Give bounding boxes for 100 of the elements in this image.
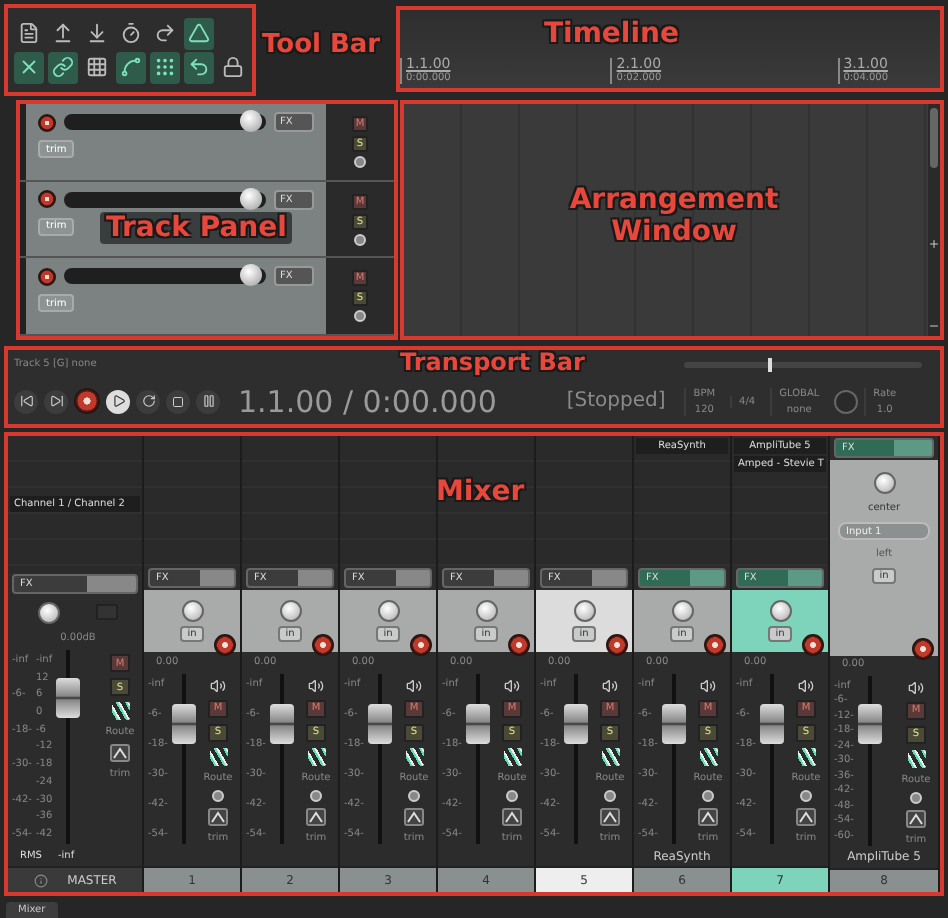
envelope-icon[interactable] — [306, 807, 326, 826]
position-thumb[interactable] — [767, 357, 772, 371]
fader-thumb[interactable] — [661, 704, 686, 745]
play-button[interactable] — [106, 389, 130, 413]
volume-slider[interactable] — [64, 268, 266, 285]
toolbar-button[interactable] — [116, 51, 146, 83]
fader-track[interactable] — [171, 673, 196, 844]
skip-back-button[interactable] — [14, 389, 38, 413]
record-arm-button[interactable] — [606, 634, 628, 657]
arrangement-area[interactable] — [400, 100, 944, 340]
fader-track[interactable] — [759, 673, 784, 844]
route-icon[interactable] — [699, 747, 717, 766]
envelope-icon[interactable] — [208, 807, 228, 826]
fader-thumb[interactable] — [563, 704, 588, 745]
speaker-icon[interactable] — [308, 677, 324, 694]
annotation-label: Arrangement Window — [567, 184, 781, 249]
fader-track[interactable] — [857, 675, 882, 846]
loop-button[interactable] — [136, 389, 160, 413]
route-icon[interactable] — [405, 747, 423, 766]
route-icon[interactable] — [601, 747, 619, 766]
record-arm-button[interactable] — [410, 634, 432, 657]
pan-knob[interactable] — [38, 601, 60, 623]
speaker-icon[interactable] — [798, 677, 814, 694]
phase-icon[interactable] — [506, 789, 518, 802]
stop-button[interactable] — [166, 389, 190, 413]
fader-track[interactable] — [367, 673, 392, 844]
phase-icon[interactable] — [354, 233, 366, 245]
zoom-out-icon[interactable] — [928, 320, 940, 332]
route-icon[interactable] — [503, 747, 521, 766]
fader-track[interactable] — [269, 673, 294, 844]
record-arm-button[interactable] — [508, 634, 530, 657]
volume-knob[interactable] — [239, 264, 262, 287]
phase-icon[interactable] — [408, 789, 420, 802]
fader-thumb[interactable] — [56, 678, 81, 719]
zoom-in-icon[interactable] — [928, 238, 940, 250]
route-icon[interactable] — [797, 747, 815, 766]
fader-thumb[interactable] — [465, 704, 490, 745]
speaker-icon[interactable] — [406, 677, 422, 694]
speaker-icon[interactable] — [504, 677, 520, 694]
toolbar-button[interactable] — [218, 51, 248, 83]
toolbar-button[interactable] — [150, 51, 180, 83]
route-icon[interactable] — [907, 749, 925, 768]
fader-track[interactable] — [465, 673, 490, 844]
route-icon[interactable] — [307, 747, 325, 766]
pause-button[interactable] — [196, 389, 220, 413]
fader-thumb[interactable] — [171, 704, 196, 745]
envelope-icon[interactable] — [906, 809, 926, 828]
toolbar-button[interactable] — [48, 51, 78, 83]
fader-thumb[interactable] — [367, 704, 392, 745]
rate-knob[interactable] — [833, 389, 858, 413]
volume-slider[interactable] — [64, 114, 266, 130]
phase-icon[interactable] — [310, 789, 322, 802]
phase-icon[interactable] — [604, 789, 616, 802]
record-arm-button[interactable] — [912, 637, 934, 660]
toolbar-button[interactable] — [14, 51, 44, 83]
record-arm-button[interactable] — [312, 634, 334, 657]
record-arm-button[interactable] — [38, 267, 56, 286]
phase-icon[interactable] — [354, 155, 366, 168]
envelope-icon[interactable] — [110, 744, 130, 762]
info-icon[interactable] — [33, 873, 48, 887]
speaker-icon[interactable] — [908, 679, 924, 696]
speaker-icon[interactable] — [700, 677, 716, 694]
volume-slider[interactable] — [64, 191, 266, 208]
speaker-icon[interactable] — [602, 677, 618, 694]
toolbar-button[interactable] — [184, 51, 214, 83]
fader-thumb[interactable] — [759, 704, 784, 745]
envelope-icon[interactable] — [698, 807, 718, 826]
fader-thumb[interactable] — [269, 704, 294, 745]
fader-track[interactable] — [661, 673, 686, 844]
fader-track[interactable] — [563, 673, 588, 844]
volume-knob[interactable] — [239, 187, 262, 210]
annotation-label: Mixer — [436, 476, 525, 509]
route-icon[interactable] — [111, 702, 129, 720]
phase-icon[interactable] — [702, 789, 714, 802]
route-icon[interactable] — [209, 747, 227, 766]
record-arm-button[interactable] — [802, 634, 824, 657]
record-arm-button[interactable] — [214, 634, 236, 657]
toolbar-button[interactable] — [184, 17, 214, 49]
envelope-icon[interactable] — [796, 807, 816, 826]
scroll-bar[interactable] — [928, 104, 940, 336]
phase-icon[interactable] — [212, 789, 224, 802]
record-arm-button[interactable] — [38, 113, 56, 131]
link-icon — [52, 56, 74, 78]
envelope-icon[interactable] — [404, 807, 424, 826]
envelope-icon[interactable] — [600, 807, 620, 826]
pause-icon — [201, 394, 215, 408]
fader-track[interactable] — [56, 650, 81, 844]
speaker-icon[interactable] — [210, 677, 226, 694]
stop-icon — [172, 395, 184, 407]
record-button[interactable] — [74, 388, 100, 414]
phase-icon[interactable] — [910, 791, 922, 804]
volume-knob[interactable] — [239, 110, 262, 132]
fader-thumb[interactable] — [857, 703, 882, 744]
record-arm-button[interactable] — [704, 634, 726, 657]
nodes-icon — [120, 56, 142, 78]
envelope-icon[interactable] — [502, 807, 522, 826]
phase-icon[interactable] — [800, 789, 812, 802]
record-arm-button[interactable] — [38, 190, 56, 209]
phase-icon[interactable] — [354, 310, 366, 323]
skip-forward-button[interactable] — [44, 389, 68, 413]
